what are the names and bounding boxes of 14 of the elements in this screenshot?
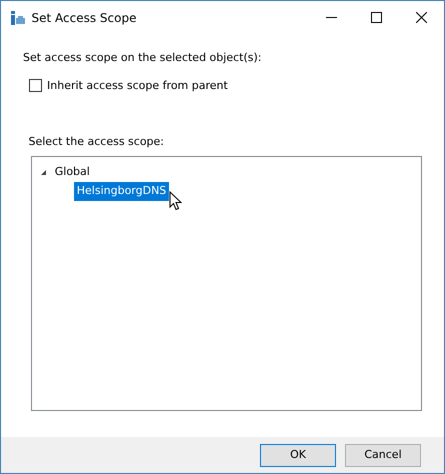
ok-button[interactable]: OK (260, 444, 336, 466)
checkbox-label: Inherit access scope from parent (47, 78, 228, 94)
maximize-icon (371, 12, 382, 23)
inherit-checkbox[interactable] (28, 79, 42, 92)
tree-item[interactable]: HelsingborgDNS (74, 182, 170, 201)
cursor-icon (169, 191, 182, 211)
window-title: Set Access Scope (32, 10, 138, 26)
app-icon (10, 10, 26, 26)
minimize-icon (326, 16, 337, 18)
tree-label: Select the access scope: (28, 134, 164, 150)
instruction-text: Set access scope on the selected object(s): (23, 50, 262, 66)
cancel-button[interactable]: Cancel (345, 444, 421, 466)
close-icon (416, 12, 427, 23)
tree-item[interactable]: Global (52, 163, 93, 182)
